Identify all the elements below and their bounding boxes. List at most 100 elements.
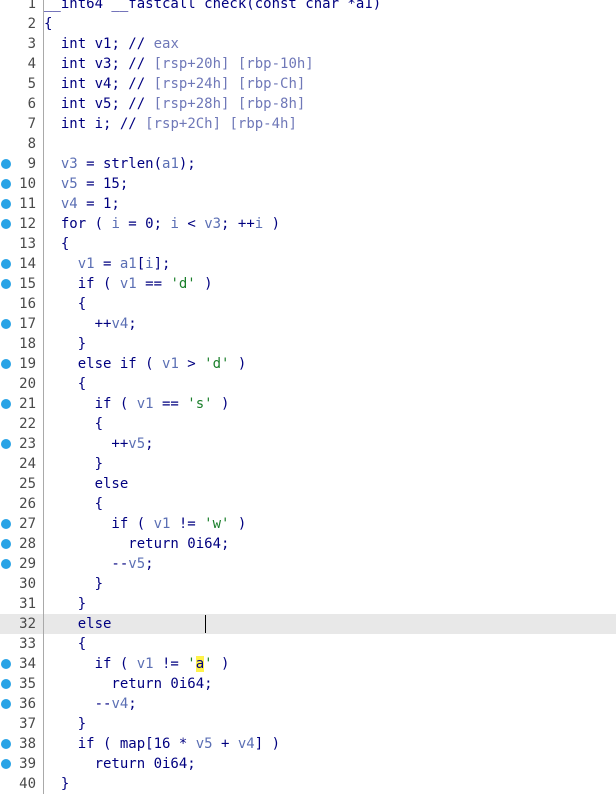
code-line[interactable]: 34 if ( v1 != 'a' ) bbox=[0, 654, 616, 674]
code-token: == bbox=[136, 276, 171, 292]
line-number: 28 bbox=[19, 536, 36, 552]
code-text[interactable]: } bbox=[44, 774, 616, 794]
code-line[interactable]: 4 int v3; // [rsp+20h] [rbp-10h] bbox=[0, 54, 616, 74]
code-token: ) bbox=[263, 216, 281, 232]
code-text[interactable]: --v4; bbox=[44, 694, 616, 714]
code-token: ) bbox=[195, 276, 213, 292]
line-number: 34 bbox=[19, 656, 36, 672]
code-line[interactable]: 38 if ( map[16 * v5 + v4] ) bbox=[0, 734, 616, 754]
code-token: ; // bbox=[111, 56, 154, 72]
code-line[interactable]: 3 int v1; // eax bbox=[0, 34, 616, 54]
code-token: eax bbox=[153, 36, 179, 52]
code-line[interactable]: 40 } bbox=[0, 774, 616, 794]
code-token: int bbox=[44, 116, 95, 132]
code-text[interactable]: v3 = strlen(a1); bbox=[44, 154, 616, 174]
code-text[interactable]: } bbox=[44, 574, 616, 594]
code-text[interactable]: if ( v1 == 'd' ) bbox=[44, 274, 616, 294]
code-line[interactable]: 19 else if ( v1 > 'd' ) bbox=[0, 354, 616, 374]
code-line[interactable]: 15 if ( v1 == 'd' ) bbox=[0, 274, 616, 294]
code-text[interactable]: v1 = a1[i]; bbox=[44, 254, 616, 274]
code-text[interactable]: { bbox=[44, 294, 616, 314]
code-line[interactable]: 9 v3 = strlen(a1); bbox=[0, 154, 616, 174]
code-token: v1 bbox=[119, 276, 137, 292]
code-text[interactable]: for ( i = 0; i < v3; ++i ) bbox=[44, 214, 616, 234]
code-line[interactable]: 36 --v4; bbox=[0, 694, 616, 714]
code-line[interactable]: 28 return 0i64; bbox=[0, 534, 616, 554]
code-line[interactable]: 26 { bbox=[0, 494, 616, 514]
code-text[interactable]: return 0i64; bbox=[44, 674, 616, 694]
code-text[interactable]: } bbox=[44, 454, 616, 474]
code-line[interactable]: 20 { bbox=[0, 374, 616, 394]
code-text[interactable]: { bbox=[44, 14, 616, 34]
code-line[interactable]: 24 } bbox=[0, 454, 616, 474]
line-number: 7 bbox=[27, 116, 36, 132]
code-text[interactable]: if ( map[16 * v5 + v4] ) bbox=[44, 734, 616, 754]
code-line[interactable]: 14 v1 = a1[i]; bbox=[0, 254, 616, 274]
code-line[interactable]: 30 } bbox=[0, 574, 616, 594]
code-token: if ( bbox=[44, 396, 137, 412]
code-text[interactable]: { bbox=[44, 414, 616, 434]
pseudocode-view[interactable]: 1 __int64 __fastcall check(const char *a1… bbox=[0, 0, 616, 795]
code-line[interactable]: 35 return 0i64; bbox=[0, 674, 616, 694]
code-line[interactable]: 25 else bbox=[0, 474, 616, 494]
code-token: ) bbox=[212, 656, 230, 672]
code-line[interactable]: 33 { bbox=[0, 634, 616, 654]
code-line[interactable]: 5 int v4; // [rsp+24h] [rbp-Ch] bbox=[0, 74, 616, 94]
code-text[interactable]: } bbox=[44, 334, 616, 354]
code-text[interactable]: int v3; // [rsp+20h] [rbp-10h] bbox=[44, 54, 616, 74]
code-line[interactable]: 13 { bbox=[0, 234, 616, 254]
code-text[interactable]: if ( v1 != 'w' ) bbox=[44, 514, 616, 534]
code-line[interactable]: 8 bbox=[0, 134, 616, 154]
code-token: v5 bbox=[128, 556, 146, 572]
code-token: if ( bbox=[44, 516, 154, 532]
code-line[interactable]: 39 return 0i64; bbox=[0, 754, 616, 774]
code-text[interactable]: ++v4; bbox=[44, 314, 616, 334]
code-text[interactable]: if ( v1 != 'a' ) bbox=[44, 654, 616, 674]
code-token: < bbox=[178, 216, 205, 232]
code-line[interactable]: 6 int v5; // [rsp+28h] [rbp-8h] bbox=[0, 94, 616, 114]
code-text[interactable]: ++v5; bbox=[44, 434, 616, 454]
code-line[interactable]: 27 if ( v1 != 'w' ) bbox=[0, 514, 616, 534]
code-text[interactable]: { bbox=[44, 634, 616, 654]
code-text[interactable]: if ( v1 == 's' ) bbox=[44, 394, 616, 414]
code-text[interactable]: --v5; bbox=[44, 554, 616, 574]
code-text[interactable]: return 0i64; bbox=[44, 534, 616, 554]
code-line[interactable]: 17 ++v4; bbox=[0, 314, 616, 334]
code-line[interactable]: 32 else bbox=[0, 614, 616, 634]
code-line[interactable]: 7 int i; // [rsp+2Ch] [rbp-4h] bbox=[0, 114, 616, 134]
code-text[interactable]: else bbox=[44, 474, 616, 494]
code-line[interactable]: 22 { bbox=[0, 414, 616, 434]
code-line[interactable]: 10 v5 = 15; bbox=[0, 174, 616, 194]
line-number: 27 bbox=[19, 516, 36, 532]
code-text[interactable]: int v4; // [rsp+24h] [rbp-Ch] bbox=[44, 74, 616, 94]
code-line[interactable]: 23 ++v5; bbox=[0, 434, 616, 454]
code-line[interactable]: 18 } bbox=[0, 334, 616, 354]
code-line[interactable]: 1 __int64 __fastcall check(const char *a1… bbox=[0, 0, 616, 14]
code-token: } bbox=[44, 456, 104, 472]
code-line[interactable]: 2{ bbox=[0, 14, 616, 34]
code-token: ++ bbox=[44, 316, 112, 332]
code-text[interactable]: return 0i64; bbox=[44, 754, 616, 774]
code-text[interactable]: else if ( v1 > 'd' ) bbox=[44, 354, 616, 374]
code-line[interactable]: 21 if ( v1 == 's' ) bbox=[0, 394, 616, 414]
code-token: } bbox=[44, 336, 87, 352]
code-text[interactable]: { bbox=[44, 374, 616, 394]
code-text[interactable]: v5 = 15; bbox=[44, 174, 616, 194]
code-text[interactable]: } bbox=[44, 714, 616, 734]
code-line[interactable]: 31 } bbox=[0, 594, 616, 614]
code-line[interactable]: 16 { bbox=[0, 294, 616, 314]
code-text[interactable]: int v1; // eax bbox=[44, 34, 616, 54]
code-line[interactable]: 37 } bbox=[0, 714, 616, 734]
code-text[interactable]: int i; // [rsp+2Ch] [rbp-4h] bbox=[44, 114, 616, 134]
code-line[interactable]: 29 --v5; bbox=[0, 554, 616, 574]
code-text[interactable]: int v5; // [rsp+28h] [rbp-8h] bbox=[44, 94, 616, 114]
code-text[interactable]: { bbox=[44, 234, 616, 254]
code-line[interactable]: 12 for ( i = 0; i < v3; ++i ) bbox=[0, 214, 616, 234]
code-text[interactable]: } bbox=[44, 594, 616, 614]
code-text[interactable]: __int64 __fastcall check(const char *a1) bbox=[44, 0, 616, 14]
code-text[interactable]: else bbox=[44, 614, 616, 634]
code-text[interactable]: v4 = 1; bbox=[44, 194, 616, 214]
code-line[interactable]: 11 v4 = 1; bbox=[0, 194, 616, 214]
code-token: v5 bbox=[195, 736, 213, 752]
code-text[interactable]: { bbox=[44, 494, 616, 514]
